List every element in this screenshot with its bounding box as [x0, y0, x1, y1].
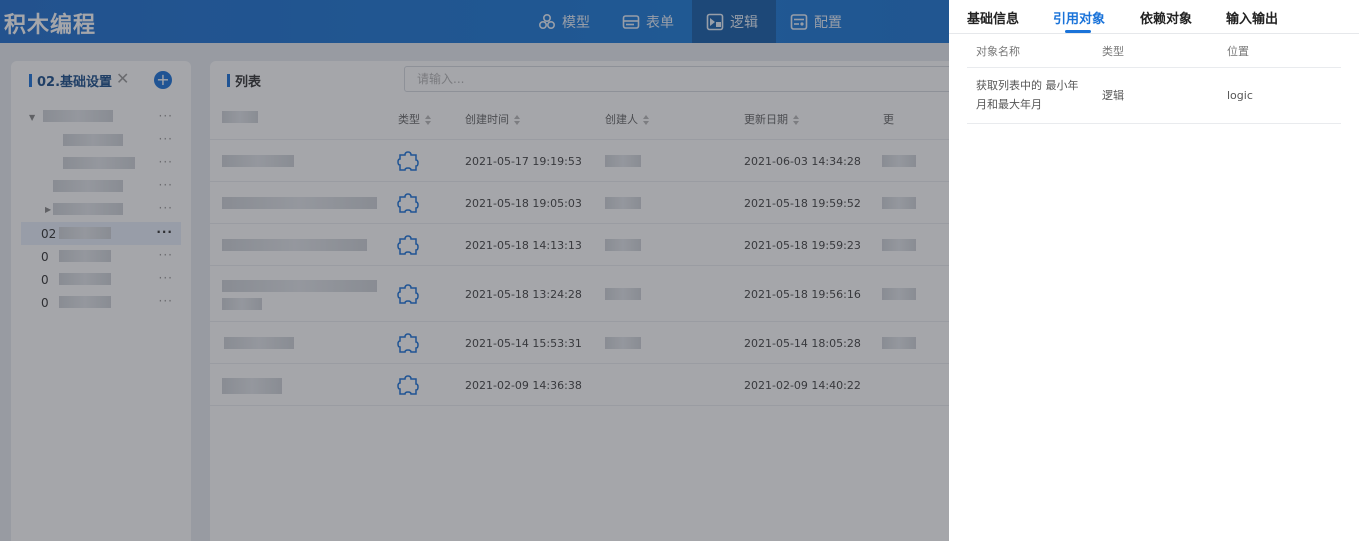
row-divider [967, 123, 1341, 124]
header-divider [967, 67, 1341, 68]
column-header-name: 对象名称 [976, 45, 1020, 58]
column-header-type: 类型 [1102, 45, 1124, 58]
tab-dependencies[interactable]: 依赖对象 [1140, 8, 1192, 27]
object-name: 获取列表中的 最小年月和最大年月 [976, 79, 1079, 111]
tab-input-output[interactable]: 输入输出 [1226, 8, 1278, 27]
object-location: logic [1227, 89, 1253, 102]
tab-references[interactable]: 引用对象 [1053, 8, 1105, 27]
detail-drawer: 基础信息 引用对象 依赖对象 输入输出 对象名称 类型 位置 获取列表中的 最小… [949, 0, 1359, 541]
modal-overlay[interactable] [0, 0, 949, 541]
column-header-location: 位置 [1227, 45, 1249, 58]
active-tab-indicator [1065, 30, 1091, 33]
drawer-tabs: 基础信息 引用对象 依赖对象 输入输出 [949, 0, 1359, 34]
tab-basic-info[interactable]: 基础信息 [967, 8, 1019, 27]
object-type: 逻辑 [1102, 89, 1124, 102]
